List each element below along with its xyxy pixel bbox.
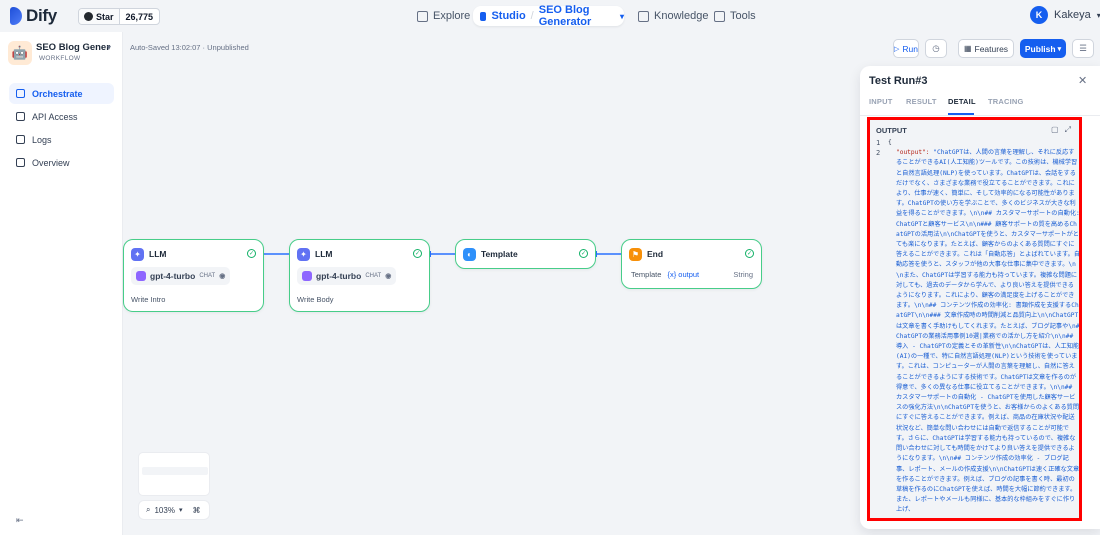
expand-icon[interactable]: ⤢ [1065,125,1077,134]
output-code-viewer[interactable]: OUTPUT ▢⤢ 1 2 { "output": "ChatGPTは、人間の言… [867,117,1082,521]
end-icon: ⚑ [629,248,642,261]
minimap-viewport [142,467,208,475]
variable-source: Template [631,270,662,279]
json-output[interactable]: { "output": "ChatGPTは、人間の言葉を理解し、それに反応するこ… [888,138,1080,518]
node-title: End [647,249,664,259]
line-number: 2 [876,149,881,157]
canvas-minimap[interactable] [138,452,210,496]
tab-input[interactable]: INPUT [869,97,893,106]
test-run-panel: Test Run#3 ✕ INPUT RESULT DETAIL TRACING… [860,66,1100,529]
output-actions: ▢⤢ [1051,125,1077,135]
success-check-icon: ✓ [247,249,256,258]
tab-tracing[interactable]: TRACING [988,97,1024,106]
llm-node-body[interactable]: ✦ LLM ✓ gpt-4-turbo CHAT ◉ Write Body [289,239,430,312]
model-mode-tag: CHAT [199,273,216,279]
tab-result[interactable]: RESULT [906,97,937,106]
zoom-search-icon: ⌕ [146,505,151,514]
close-icon[interactable]: ✕ [1078,74,1087,87]
node-title: LLM [315,249,333,259]
vision-icon: ◉ [385,273,392,280]
success-check-icon: ✓ [745,249,754,258]
chevron-down-icon: ▾ [178,507,183,514]
json-key: "output": [896,149,930,157]
output-label: OUTPUT [876,126,907,135]
end-output-variable: Template {x} output String [631,270,753,279]
zoom-control[interactable]: ⌕ 103% ▾ ⌘ [138,500,210,520]
variable-type: String [733,270,753,279]
template-icon: ◐ [463,248,476,261]
llm-icon: ✦ [131,248,144,261]
template-node[interactable]: ◐ Template ✓ [455,239,596,269]
json-output-body: "output": "ChatGPTは、人間の言葉を理解し、それに反応することが… [888,148,1080,518]
zoom-level: 103% [154,505,175,515]
node-description: Write Body [297,295,334,304]
end-node[interactable]: ⚑ End ✓ Template {x} output String [621,239,762,289]
node-description: Write Intro [131,295,166,304]
model-mode-tag: CHAT [365,273,382,279]
model-name: gpt-4-turbo [150,271,196,281]
llm-node-intro[interactable]: ✦ LLM ✓ gpt-4-turbo CHAT ◉ Write Intro [123,239,264,312]
copy-icon[interactable]: ▢ [1051,125,1065,134]
line-numbers: 1 2 [876,138,880,158]
node-title: LLM [149,249,167,259]
json-open-brace: { [888,139,892,146]
model-pill: gpt-4-turbo CHAT ◉ [131,267,231,285]
success-check-icon: ✓ [413,249,422,258]
variable-name: {x} output [667,270,700,279]
llm-icon: ✦ [297,248,310,261]
node-title: Template [481,249,518,259]
panel-title: Test Run#3 [869,75,928,87]
openai-model-icon [302,271,312,281]
line-number: 1 [876,139,881,147]
active-tab-indicator [948,113,974,115]
success-check-icon: ✓ [579,249,588,258]
openai-model-icon [136,271,146,281]
tab-detail[interactable]: DETAIL [948,97,976,106]
json-value: "ChatGPTは、人間の言葉を理解し、それに反応することができるAI(人工知能… [896,149,1080,514]
model-pill: gpt-4-turbo CHAT ◉ [297,267,397,285]
tabs-divider [860,115,1100,116]
vision-icon: ◉ [219,273,226,280]
organize-icon[interactable]: ⌘ [192,506,200,515]
model-name: gpt-4-turbo [316,271,362,281]
